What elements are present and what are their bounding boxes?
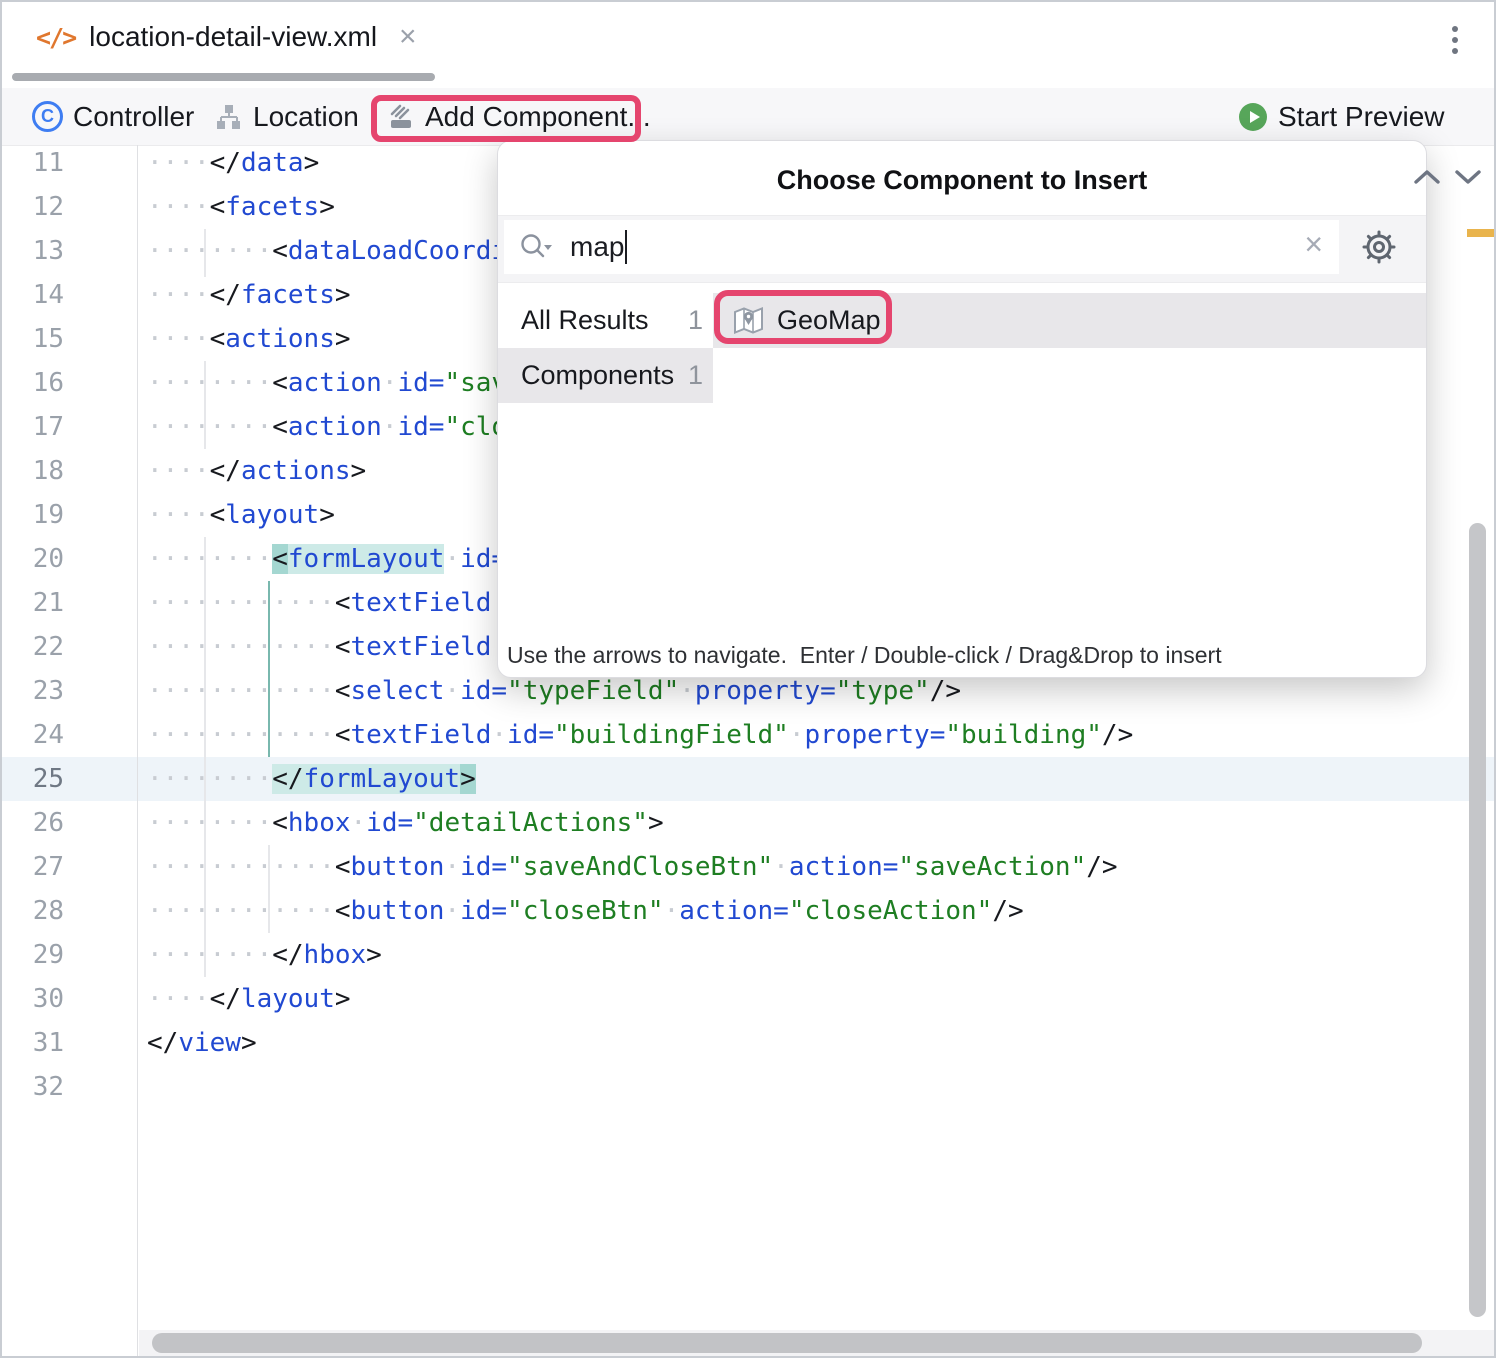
active-tab-underline: [12, 73, 435, 81]
chevron-down-icon[interactable]: [1453, 167, 1483, 192]
line-number: 25: [2, 757, 64, 801]
controller-icon: C: [32, 101, 63, 132]
code-text: ············<button·id="closeBtn"·action…: [147, 889, 1024, 933]
code-line-26[interactable]: 26 ········<hbox·id="detailActions">: [2, 801, 1494, 845]
code-line-25[interactable]: 25 ········</formLayout>: [2, 757, 1494, 801]
result-row-geomap[interactable]: GeoMap: [713, 293, 1427, 348]
search-icon: [518, 231, 554, 263]
search-value: map: [570, 231, 624, 263]
indent-guide: [204, 537, 206, 977]
active-indent-guide: [268, 581, 270, 757]
tab-components[interactable]: Components 1: [498, 348, 713, 403]
controller-label: Controller: [73, 101, 194, 133]
location-button[interactable]: Location: [214, 88, 359, 145]
horizontal-scrollbar[interactable]: [152, 1333, 1422, 1353]
editor-tab[interactable]: </> location-detail-view.xml ×: [10, 2, 417, 72]
line-number: 16: [2, 361, 64, 405]
line-number: 15: [2, 317, 64, 361]
code-text: ····</data>: [147, 141, 319, 185]
component-icon: [387, 103, 415, 131]
search-row: map ×: [498, 215, 1426, 283]
indent-guide: [204, 229, 206, 277]
tab-all-results[interactable]: All Results 1: [498, 293, 713, 348]
popup-hint: Use the arrows to navigate. Enter / Doub…: [507, 642, 1222, 669]
chevron-up-icon[interactable]: [1412, 167, 1442, 192]
indent-guide: [204, 361, 206, 449]
popup-title: Choose Component to Insert: [498, 165, 1426, 196]
code-text: ············<textField·id="buildingField…: [147, 713, 1133, 757]
code-line-29[interactable]: 29 ········</hbox>: [2, 933, 1494, 977]
code-text: ····<layout>: [147, 493, 335, 537]
line-number: 22: [2, 625, 64, 669]
vertical-scrollbar[interactable]: [1469, 523, 1486, 1317]
line-number: 28: [2, 889, 64, 933]
indent-guide: [268, 845, 270, 933]
line-number: 18: [2, 449, 64, 493]
code-text: ············<textField·: [147, 625, 507, 669]
choose-component-popup: Choose Component to Insert map ×: [497, 140, 1427, 678]
tab-bar: </> location-detail-view.xml ×: [2, 2, 1494, 88]
result-label: GeoMap: [777, 305, 881, 336]
gear-icon[interactable]: [1360, 228, 1398, 271]
play-icon: [1238, 102, 1268, 132]
close-tab-icon[interactable]: ×: [399, 22, 417, 52]
line-number: 26: [2, 801, 64, 845]
line-number: 20: [2, 537, 64, 581]
code-text: ····<facets>: [147, 185, 335, 229]
code-line-30[interactable]: 30 ····</layout>: [2, 977, 1494, 1021]
app-window: </> location-detail-view.xml × C Control…: [0, 0, 1496, 1358]
add-component-label: Add Component...: [425, 101, 651, 133]
line-number: 30: [2, 977, 64, 1021]
start-preview-label: Start Preview: [1278, 101, 1445, 133]
line-number: 11: [2, 141, 64, 185]
code-line-27[interactable]: 27 ············<button·id="saveAndCloseBt…: [2, 845, 1494, 889]
line-number: 23: [2, 669, 64, 713]
gutter-separator: [137, 145, 138, 1356]
line-number: 27: [2, 845, 64, 889]
line-number: 32: [2, 1065, 64, 1109]
line-number: 24: [2, 713, 64, 757]
editor-toolbar: C Controller Location Add Compon: [2, 88, 1494, 146]
code-line-32[interactable]: 32: [2, 1065, 1494, 1109]
add-component-button[interactable]: Add Component...: [387, 88, 651, 145]
line-number: 29: [2, 933, 64, 977]
code-line-28[interactable]: 28 ············<button·id="closeBtn"·acti…: [2, 889, 1494, 933]
clear-search-icon[interactable]: ×: [1304, 228, 1323, 260]
tab-title: location-detail-view.xml: [89, 21, 377, 53]
line-number: 14: [2, 273, 64, 317]
start-preview-button[interactable]: Start Preview: [1238, 88, 1445, 145]
text-caret: [625, 230, 627, 264]
line-number: 31: [2, 1021, 64, 1065]
code-text: ····<actions>: [147, 317, 351, 361]
code-text: ············<textField·: [147, 581, 507, 625]
hierarchy-icon: [214, 102, 243, 131]
line-number: 13: [2, 229, 64, 273]
code-text: ········</formLayout>: [147, 757, 476, 801]
code-text: ········<action·id="sav: [147, 361, 507, 405]
line-number: 19: [2, 493, 64, 537]
line-number: 21: [2, 581, 64, 625]
code-text: ····</facets>: [147, 273, 351, 317]
kebab-menu-icon[interactable]: [1452, 26, 1458, 54]
controller-button[interactable]: C Controller: [32, 88, 194, 145]
xml-file-icon: </>: [36, 23, 75, 52]
search-input[interactable]: map ×: [504, 220, 1339, 274]
code-text: </view>: [147, 1021, 257, 1065]
code-text: ········<hbox·id="detailActions">: [147, 801, 664, 845]
location-label: Location: [253, 101, 359, 133]
code-line-31[interactable]: 31 </view>: [2, 1021, 1494, 1065]
code-text: ············<button·id="saveAndCloseBtn"…: [147, 845, 1118, 889]
code-text: ····</layout>: [147, 977, 351, 1021]
line-number: 17: [2, 405, 64, 449]
line-number: 12: [2, 185, 64, 229]
code-line-24[interactable]: 24 ············<textField·id="buildingFie…: [2, 713, 1494, 757]
code-text: ····</actions>: [147, 449, 366, 493]
scroll-stripe-marker: [1467, 229, 1494, 237]
code-text: ········<action·id="clo: [147, 405, 507, 449]
code-text: ········<dataLoadCoordi: [147, 229, 507, 273]
geomap-icon: [732, 304, 765, 338]
code-text: ········</hbox>: [147, 933, 382, 977]
